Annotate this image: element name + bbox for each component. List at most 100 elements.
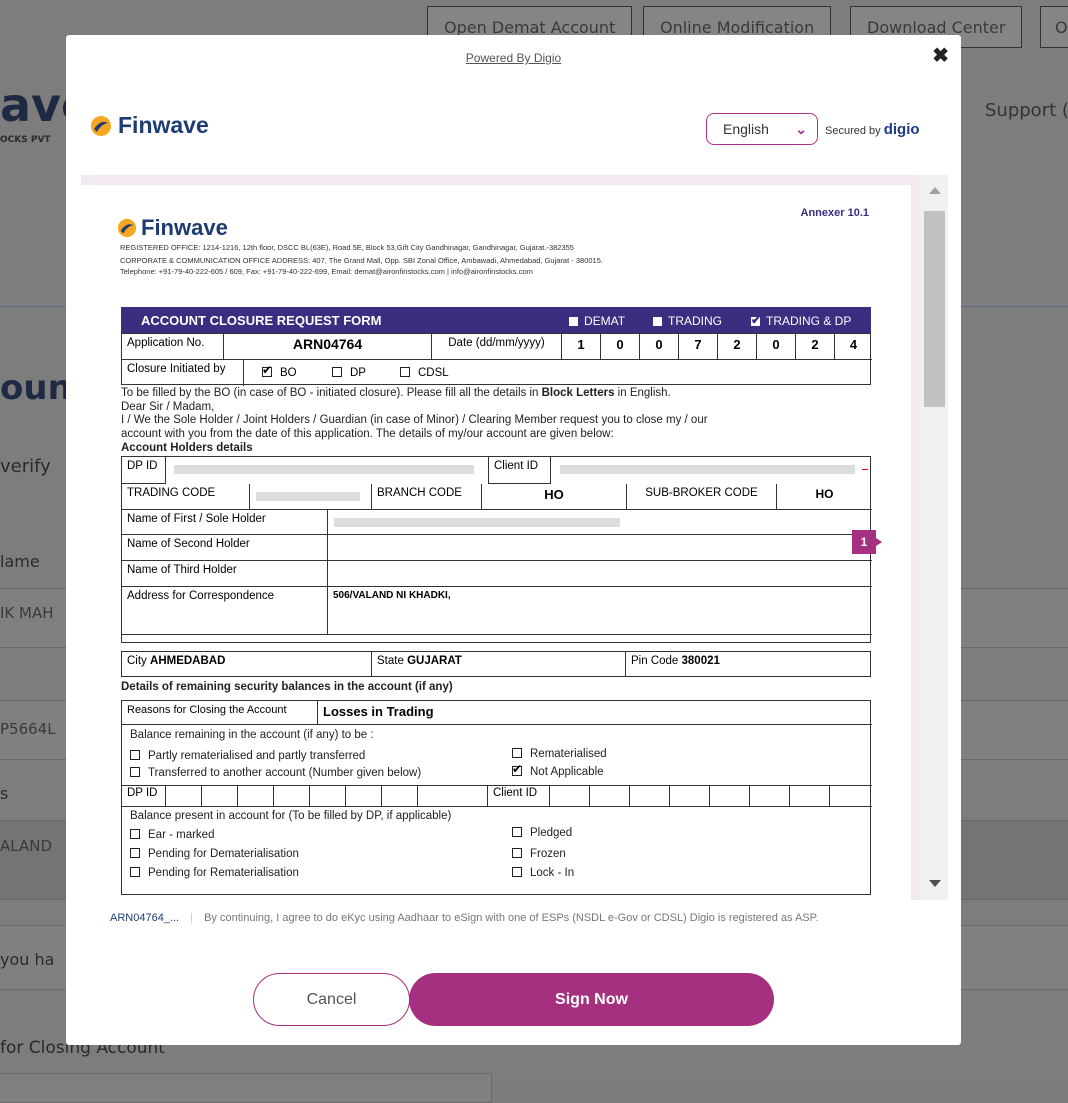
option-demat: DEMAT [569,314,625,328]
nav-more-button[interactable]: O [1040,6,1068,48]
second-holder-label: Name of Second Holder [122,535,328,561]
digio-logo: digio [883,121,920,138]
date-digit: 0 [601,334,640,360]
third-holder-value [328,561,872,587]
request-paragraph-cont: account with you from the date of this a… [121,428,614,440]
name-label-fragment: lame [0,552,40,571]
request-paragraph: I / We the Sole Holder / Joint Holders /… [121,414,708,426]
page-heading-fragment: oun [0,368,72,408]
app-no-label: Application No. [122,334,224,360]
powered-by-link[interactable]: Powered By Digio [66,51,961,65]
closure-form-page: Annexer 10.1 Finwave REGISTERED OFFICE: … [81,185,911,900]
document-scrollbar[interactable] [921,175,948,900]
consent-text: By continuing, I agree to do eKyc using … [204,912,819,924]
signature-placement-marker[interactable]: 1 [852,530,882,554]
closure-option-dp: DP [332,367,366,379]
pin-cell: Pin Code 380021 [631,655,720,667]
form-title: ACCOUNT CLOSURE REQUEST FORM [141,313,382,328]
chevron-down-icon: ⌄ [795,120,807,137]
holders-heading: Account Holders details [121,442,253,454]
city-cell: City AHMEDABAD [122,652,372,677]
sign-now-button[interactable]: Sign Now [409,973,774,1026]
finwave-brand-text: Finwave [118,112,209,138]
registered-address: REGISTERED OFFICE: 1214-1216, 12th floor… [120,243,574,252]
date-digit: 0 [757,334,796,360]
scrollbar-thumb[interactable] [924,211,945,407]
balances-table: Reasons for Closing the Account Losses i… [121,700,872,895]
option-transferred: Transferred to another account (Number g… [130,767,421,779]
option-trading: TRADING [653,314,722,328]
closure-option-cdsl: CDSL [400,367,449,379]
sub-broker-value: HO [777,484,872,510]
scroll-up-icon[interactable] [929,187,941,194]
address-label: Address for Correspondence [122,587,328,635]
app-no-value: ARN04764 [224,334,432,360]
document-reference: ARN04764_... [110,912,180,924]
option-earmarked: Ear - marked [130,829,214,841]
option-frozen: Frozen [512,848,566,860]
trading-code-label: TRADING CODE [122,484,250,510]
client-id-label-2: Client ID [488,785,550,807]
closure-label: Closure Initiated by [122,360,244,386]
contact-details: Telephone: +91-79-40-222-605 / 609, Fax:… [120,267,533,276]
client-id-redacted [560,465,855,474]
you-have-fragment: you ha [0,950,55,969]
doc-finwave-logo: Finwave [117,215,228,241]
holders-table: DP ID Client ID TRADING CODE BRANCH CODE… [121,456,872,643]
language-select[interactable]: English ⌄ [706,113,818,145]
branch-code-value: HO [482,484,627,510]
reasons-label: Reasons for Closing the Account [122,701,318,725]
client-id-label: Client ID [489,457,551,484]
second-holder-value [328,535,872,561]
option-lock-in: Lock - In [512,867,574,879]
secured-by-text: Secured by [825,125,881,137]
balance-present-label: Balance present in account for (To be fi… [130,810,452,822]
application-table: Application No. ARN04764 Date (dd/mm/yyy… [121,333,872,386]
address-value: 506/VALAND NI KHADKI, [328,587,872,635]
dp-id-redacted [174,465,474,474]
name-value-fragment: IK MAH [0,604,54,622]
close-icon[interactable]: ✖ [932,43,949,68]
option-partly: Partly rematerialised and partly transfe… [130,750,365,762]
date-label: Date (dd/mm/yyyy) [432,334,562,360]
support-link[interactable]: Support ( [985,100,1068,121]
corporate-address: CORPORATE & COMMUNICATION OFFICE ADDRESS… [120,256,603,265]
finwave-mark-icon [91,115,111,136]
third-holder-label: Name of Third Holder [122,561,328,587]
date-digit: 0 [640,334,679,360]
option-rematerialised: Rematerialised [512,748,607,760]
option-not-applicable: Not Applicable [512,762,604,778]
cancel-button[interactable]: Cancel [253,973,410,1026]
option-trading-dp: ✔ TRADING & DP [751,313,852,328]
closing-reason-field[interactable] [0,1073,492,1103]
brand-sub-fragment: OCKS PVT [0,135,51,145]
date-digit: 1 [562,334,601,360]
finwave-logo: Finwave [90,112,209,139]
date-digit: 2 [796,334,835,360]
city-row: City AHMEDABAD State GUJARAT Pin Code 38… [121,651,871,677]
salutation: Dear Sir / Madam, [121,401,215,413]
pan-value-fragment: P5664L [0,720,56,738]
verify-text-fragment: verify [0,456,51,477]
secured-by-label: Secured by digio [825,121,920,138]
doc-finwave-mark-icon [117,218,137,238]
dp-id-label: DP ID [122,457,166,484]
scroll-down-icon[interactable] [929,880,941,887]
date-digit: 7 [679,334,718,360]
annexure-label: Annexer 10.1 [800,207,869,219]
document-viewer[interactable]: Annexer 10.1 Finwave REGISTERED OFFICE: … [81,175,948,900]
section-label-fragment: s [0,784,9,803]
address-value-fragment: ALAND [0,837,52,855]
option-pledged: Pledged [512,827,572,839]
date-digit: 2 [718,334,757,360]
reasons-value: Losses in Trading [318,701,872,725]
sub-broker-label: SUB-BROKER CODE [627,484,777,510]
consent-footer: ARN04764_... | By continuing, I agree to… [110,912,819,924]
language-value: English [723,121,769,137]
date-digit: 4 [835,334,872,360]
closure-option-bo: BO [262,363,297,379]
instruction-line: To be filled by the BO (in case of BO - … [121,387,671,399]
balances-heading: Details of remaining security balances i… [121,681,453,693]
state-cell: State GUJARAT [372,652,626,677]
first-holder-label: Name of First / Sole Holder [122,510,328,535]
